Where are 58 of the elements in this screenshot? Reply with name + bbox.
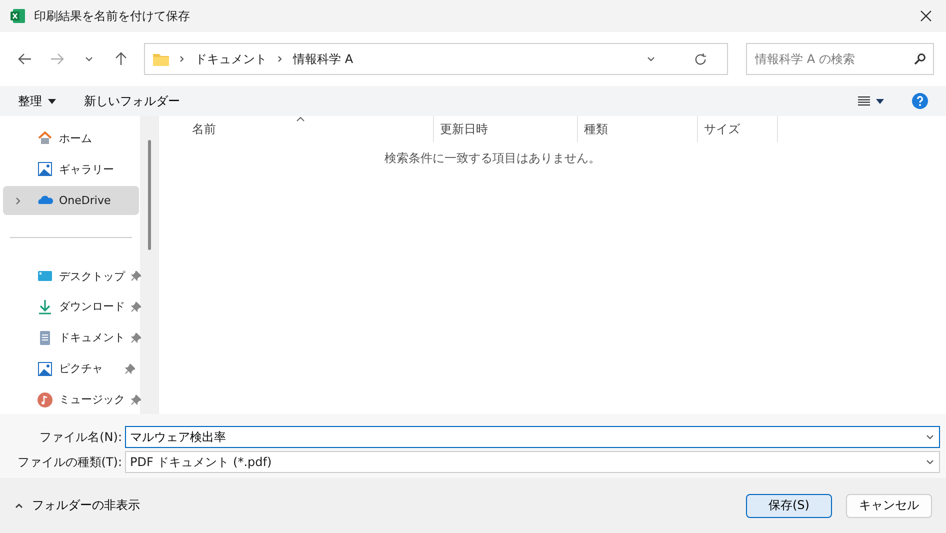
- help-icon[interactable]: [912, 93, 928, 109]
- search-icon: [914, 53, 926, 65]
- dropdown-icon: [646, 54, 656, 64]
- column-header[interactable]: 更新日時: [434, 116, 578, 142]
- close-icon: [920, 10, 932, 22]
- expand-chevron-icon[interactable]: [13, 196, 23, 206]
- image-icon: [37, 161, 53, 178]
- new-folder-button[interactable]: 新しいフォルダー: [84, 92, 180, 110]
- sidebar-item[interactable]: ドキュメント: [3, 323, 139, 352]
- sidebar-item[interactable]: デスクトップ: [3, 262, 139, 290]
- list-view-icon: [858, 96, 870, 106]
- breadcrumb-item[interactable]: ドキュメント: [195, 50, 267, 68]
- breadcrumb-item[interactable]: 情報科学 A: [293, 50, 354, 68]
- file-name-label: ファイル名(N):: [38, 428, 123, 446]
- spreadsheet-app-icon: [10, 8, 26, 24]
- pin-icon: [131, 332, 141, 343]
- save-button[interactable]: 保存(S): [746, 494, 832, 518]
- cancel-button[interactable]: キャンセル: [846, 494, 932, 518]
- column-header[interactable]: 種類: [578, 116, 698, 142]
- organize-button[interactable]: 整理: [18, 92, 56, 110]
- dropdown-icon: [925, 432, 935, 442]
- pin-icon: [131, 394, 141, 405]
- sidebar-item[interactable]: ギャラリー: [3, 154, 139, 184]
- sidebar-item[interactable]: ミュージック: [3, 385, 139, 414]
- arrow-left-icon: [18, 53, 32, 65]
- search-field[interactable]: 情報科学 A の検索: [746, 43, 934, 75]
- arrow-up-icon: [115, 52, 127, 66]
- caret-icon: [48, 98, 56, 104]
- scrollbar-thumb[interactable]: [148, 140, 150, 250]
- arrow-right-icon: [50, 53, 64, 65]
- download-icon: [37, 298, 53, 315]
- chevron-down-icon: [84, 54, 94, 64]
- sidebar-item[interactable]: ピクチャ: [3, 354, 139, 384]
- window-title: 印刷結果を名前を付けて保存: [34, 8, 191, 24]
- hide-folders-button[interactable]: フォルダーの非表示: [14, 497, 140, 514]
- folder-icon: [153, 52, 169, 66]
- file-name-field[interactable]: マルウェア検出率: [125, 426, 940, 448]
- sidebar-item[interactable]: ホーム: [3, 124, 139, 153]
- sort-ascending-icon: [296, 116, 305, 122]
- dropdown-icon: [925, 457, 935, 467]
- column-header[interactable]: 名前: [159, 116, 434, 142]
- file-type-label: ファイルの種類(T):: [16, 454, 123, 470]
- pin-icon: [131, 302, 141, 312]
- music-icon: [37, 392, 53, 408]
- address-bar[interactable]: ドキュメント 情報科学 A: [144, 43, 728, 75]
- view-options-button[interactable]: [858, 96, 884, 106]
- pin-icon: [131, 271, 141, 282]
- sidebar-item[interactable]: ダウンロード: [3, 292, 139, 322]
- pin-icon: [125, 364, 135, 374]
- document-icon: [37, 330, 53, 346]
- file-type-dropdown[interactable]: PDF ドキュメント (*.pdf): [125, 451, 940, 473]
- empty-message: 検索条件に一致する項目はありません。: [384, 150, 602, 167]
- column-header[interactable]: サイズ: [698, 116, 778, 142]
- sidebar-item[interactable]: OneDrive: [3, 186, 139, 215]
- image-icon: [37, 360, 53, 377]
- caret-icon: [876, 98, 884, 104]
- refresh-icon[interactable]: [694, 52, 707, 66]
- home-icon: [37, 130, 53, 146]
